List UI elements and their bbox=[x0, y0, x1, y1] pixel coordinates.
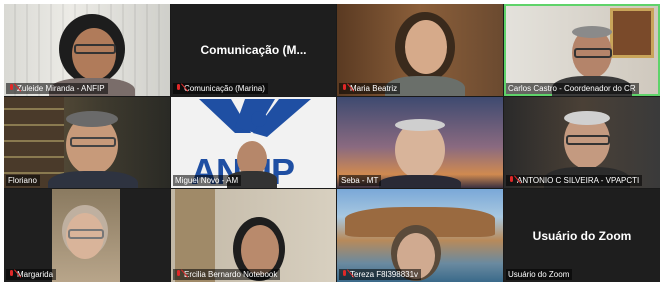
participant-tile-active-speaker[interactable]: Carlos Castro - Coordenador do CR bbox=[504, 4, 660, 96]
person-hair bbox=[66, 111, 118, 127]
participant-name-label: Maria Beatriz bbox=[339, 83, 401, 94]
participant-name-label: Tereza F8l398831v bbox=[339, 269, 422, 280]
person-face bbox=[241, 225, 279, 275]
glasses-icon bbox=[68, 229, 104, 239]
participant-tile[interactable]: Maria Beatriz bbox=[337, 4, 503, 96]
participant-name-label: Carlos Castro - Coordenador do CR bbox=[506, 83, 639, 94]
person-body bbox=[48, 171, 138, 188]
person-body bbox=[379, 175, 461, 188]
participant-display-name: Comunicação (M... bbox=[200, 43, 307, 57]
participant-tile[interactable]: Comunicação (M... Comunicação (Marina) bbox=[171, 4, 336, 96]
participant-tile[interactable]: Margarida bbox=[4, 189, 170, 282]
glasses-icon bbox=[566, 135, 610, 145]
mic-muted-icon bbox=[508, 176, 515, 185]
participant-name-label: Comunicação (Marina) bbox=[173, 83, 268, 94]
mic-muted-icon bbox=[175, 270, 182, 279]
mic-muted-icon bbox=[341, 84, 348, 93]
participant-tile[interactable]: ANTONIO C SILVEIRA - VPAPCTI bbox=[504, 97, 660, 188]
person-hair bbox=[395, 119, 445, 131]
participant-name-label: Miguel Novo - AM bbox=[173, 175, 242, 186]
participant-tile[interactable]: Usuário do Zoom Usuário do Zoom bbox=[504, 189, 660, 282]
glasses-icon bbox=[74, 44, 116, 54]
participant-name-label: ANTONIO C SILVEIRA - VPAPCTI bbox=[506, 175, 643, 186]
participant-name-label: Margarida bbox=[6, 269, 57, 280]
wall-painting bbox=[610, 8, 654, 58]
participant-tile[interactable]: Tereza F8l398831v bbox=[337, 189, 503, 282]
person-face bbox=[405, 20, 447, 74]
mic-muted-icon bbox=[341, 270, 348, 279]
mic-muted-icon bbox=[8, 270, 15, 279]
participant-name-label: Ercilia Bernardo Notebook bbox=[173, 269, 281, 280]
person-face bbox=[72, 28, 116, 80]
video-grid: Zuleide Miranda - ANFIP Comunicação (M..… bbox=[4, 4, 660, 282]
participant-tile[interactable]: Zuleide Miranda - ANFIP bbox=[4, 4, 170, 96]
glasses-icon bbox=[574, 48, 612, 58]
participant-tile[interactable]: ANFIP Miguel Novo - AM bbox=[171, 97, 336, 188]
mic-muted-icon bbox=[8, 84, 15, 93]
participant-name-label: Zuleide Miranda - ANFIP bbox=[6, 83, 108, 94]
person-hair bbox=[572, 26, 612, 38]
person-hair bbox=[564, 111, 610, 125]
participant-display-name: Usuário do Zoom bbox=[532, 228, 632, 243]
mic-muted-icon bbox=[175, 84, 182, 93]
participant-name-label: Floriano bbox=[6, 175, 40, 186]
participant-name-label: Usuário do Zoom bbox=[506, 269, 573, 280]
participant-tile[interactable]: Ercilia Bernardo Notebook bbox=[171, 189, 336, 282]
participant-tile[interactable]: Floriano bbox=[4, 97, 170, 188]
participant-name-label: Seba - MT bbox=[339, 175, 382, 186]
glasses-icon bbox=[70, 137, 116, 147]
participant-tile[interactable]: Seba - MT bbox=[337, 97, 503, 188]
